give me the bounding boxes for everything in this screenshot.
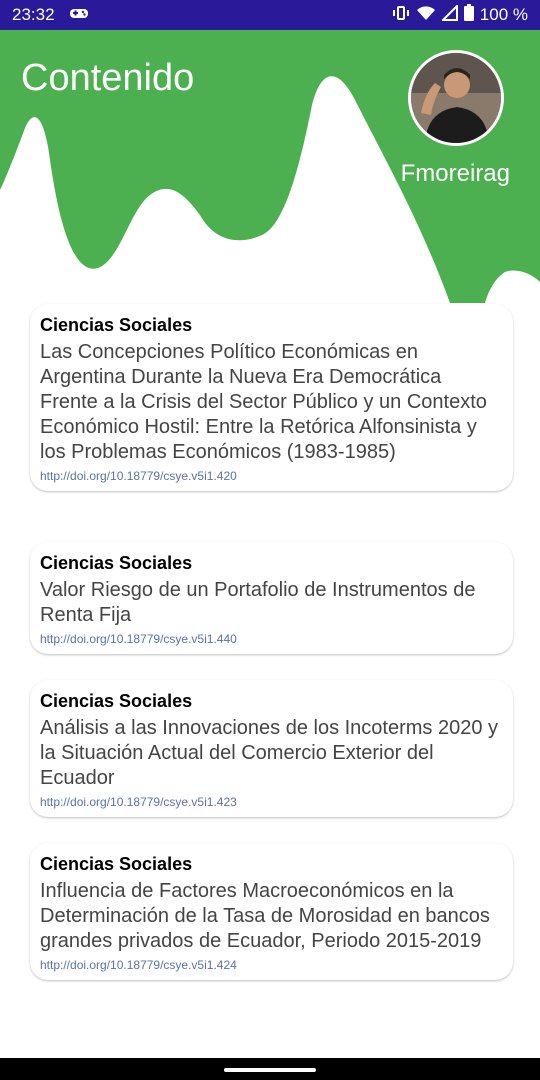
wifi-icon (416, 5, 436, 26)
battery-percent: 100 % (479, 5, 528, 24)
article-category: Ciencias Sociales (40, 553, 193, 573)
article-doi-link[interactable]: http://doi.org/10.18779/csye.v5i1.440 (40, 632, 503, 646)
cellular-icon (440, 3, 458, 26)
article-category: Ciencias Sociales (40, 854, 193, 874)
article-title: Valor Riesgo de un Portafolio de Instrum… (40, 579, 476, 626)
profile-photo-icon (411, 53, 501, 143)
article-doi-link[interactable]: http://doi.org/10.18779/csye.v5i1.424 (40, 958, 503, 972)
article-card[interactable]: Ciencias Sociales Valor Riesgo de un Por… (30, 542, 513, 654)
status-time: 23:32 (12, 5, 55, 24)
article-doi-link[interactable]: http://doi.org/10.18779/csye.v5i1.420 (40, 469, 503, 483)
battery-icon (463, 4, 474, 26)
article-title: Análisis a las Innovaciones de los Incot… (40, 717, 499, 789)
avatar[interactable] (408, 50, 504, 146)
article-category: Ciencias Sociales (40, 315, 193, 335)
article-card[interactable]: Ciencias Sociales Análisis a las Innovac… (30, 680, 513, 817)
vibrate-icon (392, 5, 410, 26)
article-card[interactable]: Ciencias Sociales Las Concepciones Polít… (30, 304, 513, 491)
home-gesture-handle[interactable] (224, 1068, 316, 1072)
article-title: Las Concepciones Político Económicas en … (40, 341, 487, 463)
article-category: Ciencias Sociales (40, 691, 193, 711)
page-title: Contenido (21, 57, 195, 99)
article-doi-link[interactable]: http://doi.org/10.18779/csye.v5i1.423 (40, 795, 503, 809)
article-card[interactable]: Ciencias Sociales Influencia de Factores… (30, 843, 513, 980)
game-controller-icon (69, 5, 89, 26)
status-bar: 23:32 100 % (0, 0, 540, 30)
article-title: Influencia de Factores Macroeconómicos e… (40, 880, 490, 952)
username: Fmoreirag (400, 160, 510, 187)
